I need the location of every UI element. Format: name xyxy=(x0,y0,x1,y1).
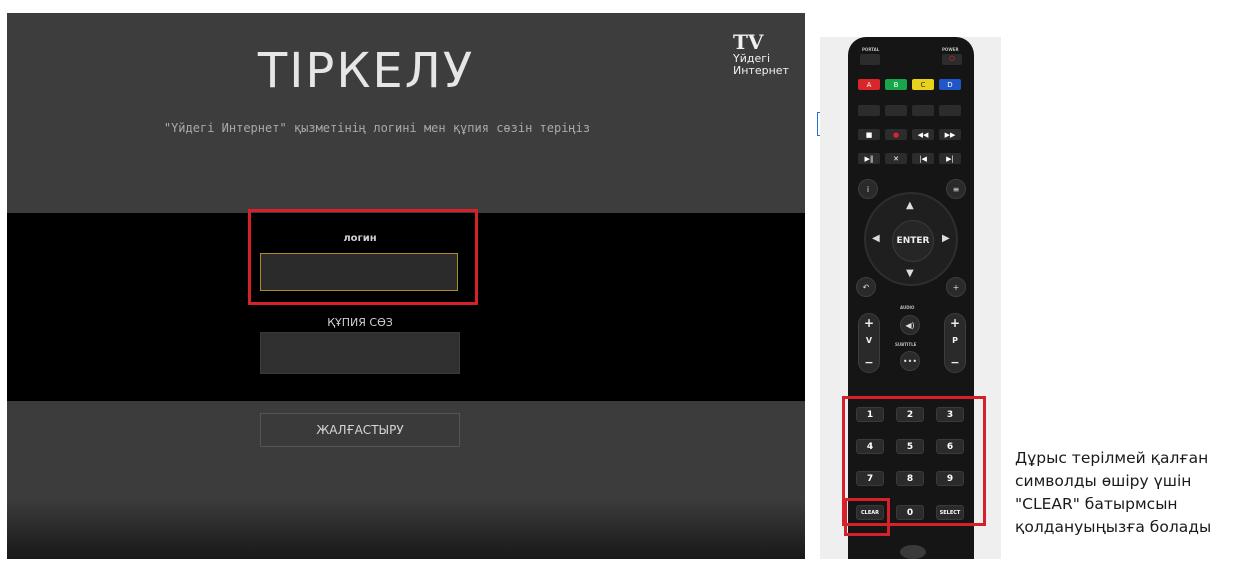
arrow-right-icon[interactable]: ▶ xyxy=(942,233,950,244)
note-line-1: Дұрыс терілмей қалған xyxy=(1015,449,1209,467)
rewind-icon: ◀◀ xyxy=(917,130,929,139)
color-button-b[interactable]: B xyxy=(885,79,907,90)
menu-icon: ≡ xyxy=(952,184,960,194)
plus-button[interactable]: + xyxy=(946,277,966,297)
volume-minus: − xyxy=(864,356,874,369)
power-label: POWER xyxy=(942,47,959,52)
menu-button[interactable]: ≡ xyxy=(946,179,966,199)
forward-icon: ▶▶ xyxy=(944,130,956,139)
mute-button[interactable]: ✕ xyxy=(885,153,907,164)
back-button[interactable]: ↶ xyxy=(856,277,876,297)
info-button[interactable]: i xyxy=(858,179,878,199)
next-icon: ▶| xyxy=(946,154,954,163)
page-subtitle: "Үйдегі Интернет" қызметінің логині мен … xyxy=(163,121,591,135)
password-label: ҚҰПИЯ СӨЗ xyxy=(327,316,393,329)
clear-key-highlight-frame xyxy=(844,498,890,536)
brand-logo: TV Үйдегі Интернет xyxy=(733,31,789,77)
color-button-a[interactable]: A xyxy=(858,79,880,90)
program-letter: P xyxy=(952,336,958,345)
previous-icon: |◀ xyxy=(919,154,927,163)
stop-button[interactable]: ■ xyxy=(858,129,880,140)
portal-button[interactable] xyxy=(860,54,880,65)
program-rocker[interactable]: + P − xyxy=(944,313,966,373)
function-button-2[interactable] xyxy=(885,105,907,116)
bottom-gradient xyxy=(7,499,805,559)
brand-line-2: Интернет xyxy=(733,64,789,78)
login-highlight-frame xyxy=(248,209,478,305)
mute-icon: ✕ xyxy=(893,154,899,163)
audio-button[interactable]: ◀) xyxy=(900,315,920,335)
next-button[interactable]: ▶| xyxy=(939,153,961,164)
volume-letter: V xyxy=(865,336,873,345)
forward-button[interactable]: ▶▶ xyxy=(939,129,961,140)
password-input[interactable] xyxy=(260,332,460,374)
continue-button[interactable]: ЖАЛҒАСТЫРУ xyxy=(260,413,460,447)
audio-label: AUDIO xyxy=(900,305,915,310)
remote-logo xyxy=(900,545,926,559)
page-title: ТІРКЕЛУ xyxy=(257,43,475,99)
play-pause-button[interactable]: ▶‖ xyxy=(858,153,880,164)
program-plus: + xyxy=(949,316,961,330)
power-icon: ⏻ xyxy=(949,55,955,63)
note-line-2: символды өшіру үшін xyxy=(1015,472,1192,490)
note-line-3: "CLEAR" батырмсын xyxy=(1015,495,1178,513)
subtitle-button[interactable]: ••• xyxy=(900,351,920,371)
more-icon: ••• xyxy=(902,356,918,366)
speaker-icon: ◀) xyxy=(905,320,915,330)
stop-icon: ■ xyxy=(865,130,873,139)
plus-icon: + xyxy=(952,282,960,292)
volume-plus: + xyxy=(863,316,875,330)
instruction-note: Дұрыс терілмей қалған символды өшіру үші… xyxy=(1015,447,1255,539)
subtitle-label: SUBTITLE xyxy=(895,342,917,347)
info-icon: i xyxy=(866,184,870,194)
note-line-4: қолдануыңызға болады xyxy=(1015,518,1212,536)
arrow-down-icon[interactable]: ▼ xyxy=(906,268,914,279)
arrow-up-icon[interactable]: ▲ xyxy=(906,200,914,211)
portal-label: PORTAL xyxy=(862,47,880,52)
rewind-button[interactable]: ◀◀ xyxy=(912,129,934,140)
function-button-4[interactable] xyxy=(939,105,961,116)
function-button-3[interactable] xyxy=(912,105,934,116)
play-pause-icon: ▶‖ xyxy=(864,154,874,163)
volume-rocker[interactable]: + V − xyxy=(858,313,880,373)
record-button[interactable]: ● xyxy=(885,129,907,140)
navigation-pad: ▲ ▼ ◀ ▶ ENTER xyxy=(864,192,958,286)
back-icon: ↶ xyxy=(862,282,870,292)
power-button[interactable]: ⏻ xyxy=(942,54,962,65)
enter-button[interactable]: ENTER xyxy=(892,220,934,262)
arrow-left-icon[interactable]: ◀ xyxy=(872,233,880,244)
program-minus: − xyxy=(950,356,960,369)
previous-button[interactable]: |◀ xyxy=(912,153,934,164)
function-button-1[interactable] xyxy=(858,105,880,116)
color-button-c[interactable]: C xyxy=(912,79,934,90)
color-button-d[interactable]: D xyxy=(939,79,961,90)
record-icon: ● xyxy=(892,130,900,139)
brand-mark: TV xyxy=(733,30,764,54)
